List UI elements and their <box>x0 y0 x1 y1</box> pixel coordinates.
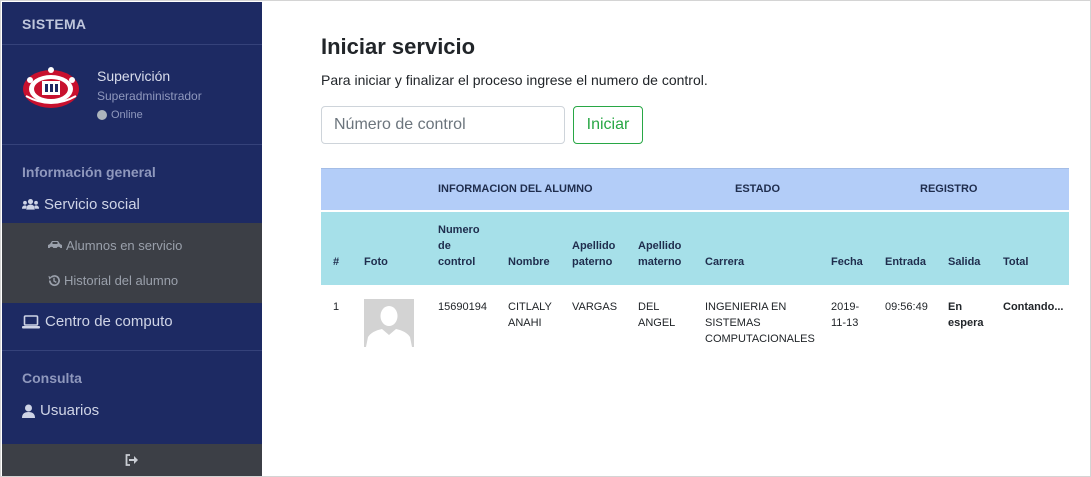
header-line: materno <box>638 255 682 268</box>
submenu-servicio-social: Alumnos en servicio Historial del alumno <box>2 223 262 303</box>
column-header-entrada: Entrada <box>873 209 936 285</box>
page-title: Iniciar servicio <box>321 34 476 59</box>
section-heading-informacion-general: Información general <box>22 164 156 180</box>
iniciar-button[interactable]: Iniciar <box>573 106 643 144</box>
sub-item-alumnos-en-servicio[interactable]: Alumnos en servicio <box>47 238 182 253</box>
cell-fecha: 2019- 11-13 <box>819 285 873 347</box>
column-header-carrera: Carrera <box>693 209 819 285</box>
main-content: Iniciar servicio Para iniciar y finaliza… <box>262 2 1090 476</box>
column-header-total: Total <box>991 209 1069 285</box>
avatar <box>22 66 80 112</box>
page-description: Para iniciar y finalizar el proceso ingr… <box>321 72 708 88</box>
column-header-fecha: Fecha <box>819 209 873 285</box>
nav-item-label: Centro de computo <box>45 313 173 330</box>
cell-foto <box>352 285 426 347</box>
divider <box>2 350 262 351</box>
group-header-informacion-del-alumno: INFORMACION DEL ALUMNO <box>426 168 693 211</box>
cell-carrera: INGENIERIA EN SISTEMAS COMPUTACIONALES <box>693 285 819 347</box>
cell-line: 2019- <box>831 300 860 313</box>
header-line: de <box>438 239 451 252</box>
table-column-header-row: # Foto Numero de control Nombre Apellido… <box>321 209 1069 285</box>
cell-line: COMPUTACIONALES <box>705 332 815 345</box>
header-line: Apellido <box>572 239 616 252</box>
sub-item-historial-del-alumno[interactable]: Historial del alumno <box>47 273 178 288</box>
nav-item-label: Usuarios <box>40 402 100 419</box>
header-line: Numero <box>438 223 480 236</box>
sign-out-icon <box>125 454 138 466</box>
header-line: Apellido <box>638 239 682 252</box>
status-dot-icon <box>97 110 107 120</box>
cell-apellido-paterno: VARGAS <box>572 300 618 313</box>
divider <box>2 144 262 145</box>
institution-logo-icon <box>23 67 79 108</box>
header-line: paterno <box>572 255 613 268</box>
cell-line: CITLALY <box>508 300 552 313</box>
nav-item-centro-de-computo[interactable]: Centro de computo <box>22 313 173 330</box>
group-header-registro: REGISTRO <box>873 168 1069 211</box>
student-photo-placeholder-icon <box>364 298 414 347</box>
cell-line: DEL <box>638 300 660 313</box>
cell-line: ANAHI <box>508 316 542 329</box>
user-role: Superadministrador <box>97 89 202 103</box>
cell-line: 11-13 <box>831 316 859 329</box>
column-header-num: # <box>321 209 352 285</box>
history-icon <box>48 275 60 287</box>
cell-salida-status: En espera <box>936 285 991 347</box>
cell-line: SISTEMAS <box>705 316 761 329</box>
column-header-salida: Salida <box>936 209 991 285</box>
cell-line: ANGEL <box>638 316 676 329</box>
group-header-estado: ESTADO <box>693 168 873 211</box>
column-header-apellido-materno: Apellido materno <box>626 209 693 285</box>
nav-item-label: Servicio social <box>44 196 140 213</box>
numero-control-input[interactable] <box>321 106 565 144</box>
nav-item-servicio-social[interactable]: Servicio social <box>22 196 140 213</box>
nav-item-usuarios[interactable]: Usuarios <box>22 402 99 419</box>
cell-line: INGENIERIA EN <box>705 300 787 313</box>
column-header-nombre: Nombre <box>496 209 560 285</box>
column-header-apellido-paterno: Apellido paterno <box>560 209 626 285</box>
header-line: control <box>438 255 476 268</box>
cell-num: 1 <box>333 300 340 313</box>
user-icon <box>22 404 35 418</box>
brand-title[interactable]: SISTEMA <box>22 16 86 32</box>
app-window: SISTEMA Supervición Superadministrador O… <box>0 0 1091 477</box>
user-status-label: Online <box>111 109 143 121</box>
sign-out-button[interactable] <box>2 444 262 476</box>
cell-nombre: CITLALY ANAHI <box>496 285 560 347</box>
students-table: INFORMACION DEL ALUMNO ESTADO REGISTRO #… <box>321 168 1069 347</box>
section-heading-consulta: Consulta <box>22 370 82 386</box>
cell-line: En <box>948 300 963 313</box>
user-name[interactable]: Supervición <box>97 68 170 84</box>
cell-numero-control: 15690194 <box>438 300 487 313</box>
user-status: Online <box>97 109 143 121</box>
laptop-icon <box>22 314 40 328</box>
column-header-numero-control: Numero de control <box>426 209 496 285</box>
group-header-empty <box>321 168 426 211</box>
users-icon <box>22 198 39 210</box>
table-row[interactable]: 1 15690194 CITLALY ANAHI VARGAS DEL ANGE… <box>321 285 1069 347</box>
cell-line: espera <box>948 316 984 329</box>
sub-item-label: Alumnos en servicio <box>66 238 183 253</box>
column-header-foto: Foto <box>352 209 426 285</box>
sub-item-label: Historial del alumno <box>64 273 179 288</box>
divider <box>2 44 262 45</box>
cell-total-status: Contando... <box>1003 300 1064 313</box>
cell-apellido-materno: DEL ANGEL <box>626 285 693 347</box>
car-icon <box>48 241 62 251</box>
sidebar: SISTEMA Supervición Superadministrador O… <box>2 2 262 476</box>
table-group-header-row: INFORMACION DEL ALUMNO ESTADO REGISTRO <box>321 168 1069 211</box>
cell-entrada: 09:56:49 <box>885 300 928 313</box>
